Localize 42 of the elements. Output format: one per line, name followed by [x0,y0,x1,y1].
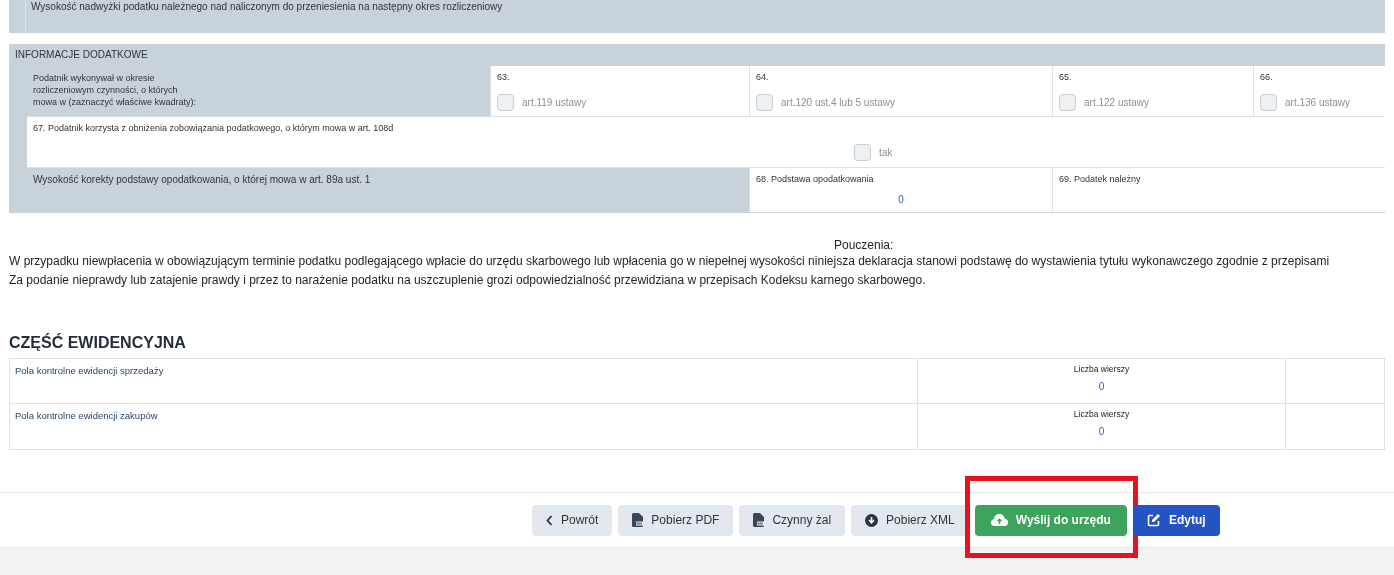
field-number: 63. [497,72,511,82]
cloud-upload-icon [990,514,1008,526]
count-value: 0 [1097,381,1106,392]
section-heading: CZĘŚĆ EWIDENCYJNA [9,334,187,352]
count-value: 0 [1097,426,1106,437]
download-icon [865,513,879,527]
field-value: 0 [897,194,905,205]
row-label: Pola kontrolne ewidencji zakupów [15,410,158,421]
checkbox-label: art.120 ust.4 lub 5 ustawy [781,97,895,108]
count-label: Liczba wierszy [1072,364,1131,374]
checkbox[interactable] [1059,94,1076,111]
instructions-title: Pouczenia: [833,238,895,252]
field-label: Wysokość korekty podstawy opodatkowania, o której mowa w art. 89a ust. 1 [33,174,371,185]
section-title: INFORMACJE DODATKOWE [14,48,149,62]
checkbox-label: art.119 ustawy [522,97,587,108]
row-label: Pola kontrolne ewidencji sprzedaży [15,365,164,376]
field-number: 65. [1059,72,1073,82]
checkbox[interactable] [756,94,773,111]
field-number: 66. [1260,72,1274,82]
checkbox[interactable] [497,94,514,111]
checkbox-label: art.136 ustawy [1285,97,1351,108]
count-label: Liczba wierszy [1072,409,1131,419]
pdf-file-icon [753,513,765,527]
checkbox-label: art.122 ustawy [1084,97,1150,108]
instructions-paragraph: W przypadku niewpłacenia w obowiązującym terminie podatku podlegającego wpłacie do urzędu skarbowego lub wpłacenia go w niepełnej wysokości niniejsza deklaracja stanowi podstawę do wystawienia tytułu wykonawczego zgodnie z przepisami [9,253,1331,270]
checkbox[interactable] [1260,94,1277,111]
pdf-button[interactable]: Czynny żal [739,504,846,536]
field-number: 64. [756,72,770,82]
chevron-left-icon [546,514,553,526]
pdf-file-icon [632,513,644,527]
checkbox-label: tak [879,147,893,158]
field-label: 68. Podstawa opodatkowania [756,174,874,184]
instructions-paragraph: Za podanie nieprawdy lub zatajenie prawdy i przez to narażenie podatku na uszczuplenie grozi odpowiedzialność przewidziana w przepisach Kodeksu karnego skarbowego. [9,272,927,289]
back-button[interactable]: Powrót [532,504,613,536]
edit-icon [1146,513,1161,527]
field-label: Podatnik wykonywał w okresie rozliczeniowym czynności, o których mowa w (zaznaczyć właściwe kwadraty): [33,72,198,108]
field-label: 69. Podatek należny [1059,174,1141,184]
edit-button[interactable]: Edytuj [1132,504,1220,536]
checkbox[interactable] [854,144,871,161]
row-label: Wysokość nadwyżki podatku należnego nad naliczonym do przeniesienia na następny okres rozliczeniowy [25,0,503,33]
field-label: 67. Podatnik korzysta z obniżenia zobowiązania podatkowego, o którym mowa w art. 108d [33,123,394,133]
pdf-button[interactable]: Pobierz PDF [618,504,734,536]
